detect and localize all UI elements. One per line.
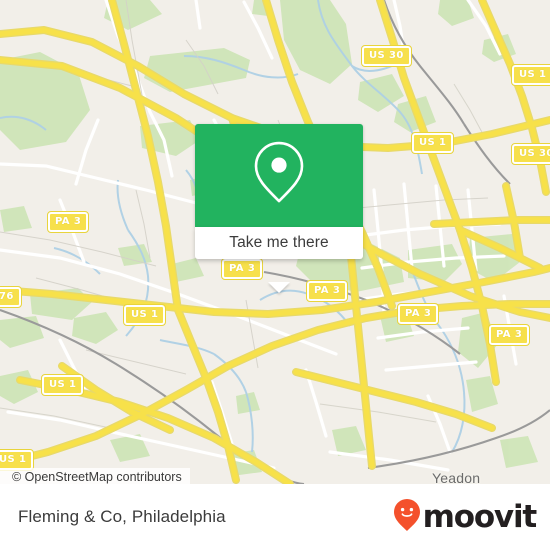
road-shield: PA 3 bbox=[396, 303, 440, 325]
road-shield: US 1 bbox=[410, 132, 455, 154]
popup-pointer bbox=[268, 282, 290, 293]
road-shield: PA 3 bbox=[487, 324, 531, 346]
road-shield: 76 bbox=[0, 286, 22, 308]
road-shield: US 1 bbox=[122, 304, 167, 326]
footer-bar: Fleming & Co, Philadelphia moovit bbox=[0, 484, 550, 550]
road-shield: PA 3 bbox=[305, 280, 349, 302]
take-me-there-button[interactable]: Take me there bbox=[195, 227, 363, 259]
moovit-logo[interactable]: moovit bbox=[393, 498, 538, 537]
road-shield: PA 3 bbox=[220, 258, 264, 280]
road-shield: US 1 bbox=[40, 374, 85, 396]
map-screenshot: US 30 US 1 US 1 US 30 PA 3 PA 3 76 PA 3 … bbox=[0, 0, 550, 550]
take-me-there-label: Take me there bbox=[229, 234, 329, 251]
road-shield: US 30 bbox=[511, 143, 550, 165]
road-shield: PA 3 bbox=[46, 211, 90, 233]
location-pin-icon bbox=[251, 139, 307, 210]
moovit-wordmark: moovit bbox=[422, 498, 538, 535]
popup-header bbox=[195, 124, 363, 227]
road-shield: US 1 bbox=[510, 64, 550, 86]
moovit-smiley-pin-icon bbox=[393, 498, 421, 537]
map-attribution[interactable]: © OpenStreetMap contributors bbox=[0, 468, 190, 484]
road-shield: US 30 bbox=[361, 45, 412, 67]
location-popup-card[interactable]: Take me there bbox=[195, 124, 363, 293]
road-shield: US 1 bbox=[0, 449, 35, 471]
location-title: Fleming & Co, Philadelphia bbox=[18, 507, 226, 526]
map-canvas[interactable]: US 30 US 1 US 1 US 30 PA 3 PA 3 76 PA 3 … bbox=[0, 0, 550, 484]
place-label-yeadon: Yeadon bbox=[432, 470, 481, 484]
